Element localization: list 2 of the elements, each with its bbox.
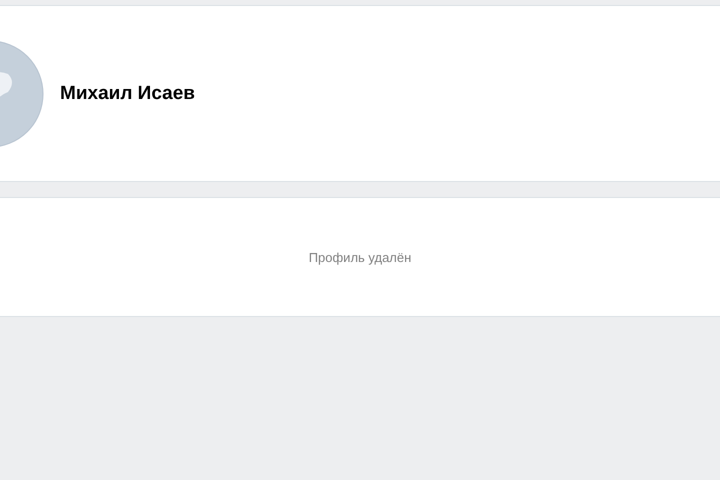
profile-name: Михаил Исаев [60, 82, 195, 104]
deleted-notice: Профиль удалён [308, 250, 412, 264]
